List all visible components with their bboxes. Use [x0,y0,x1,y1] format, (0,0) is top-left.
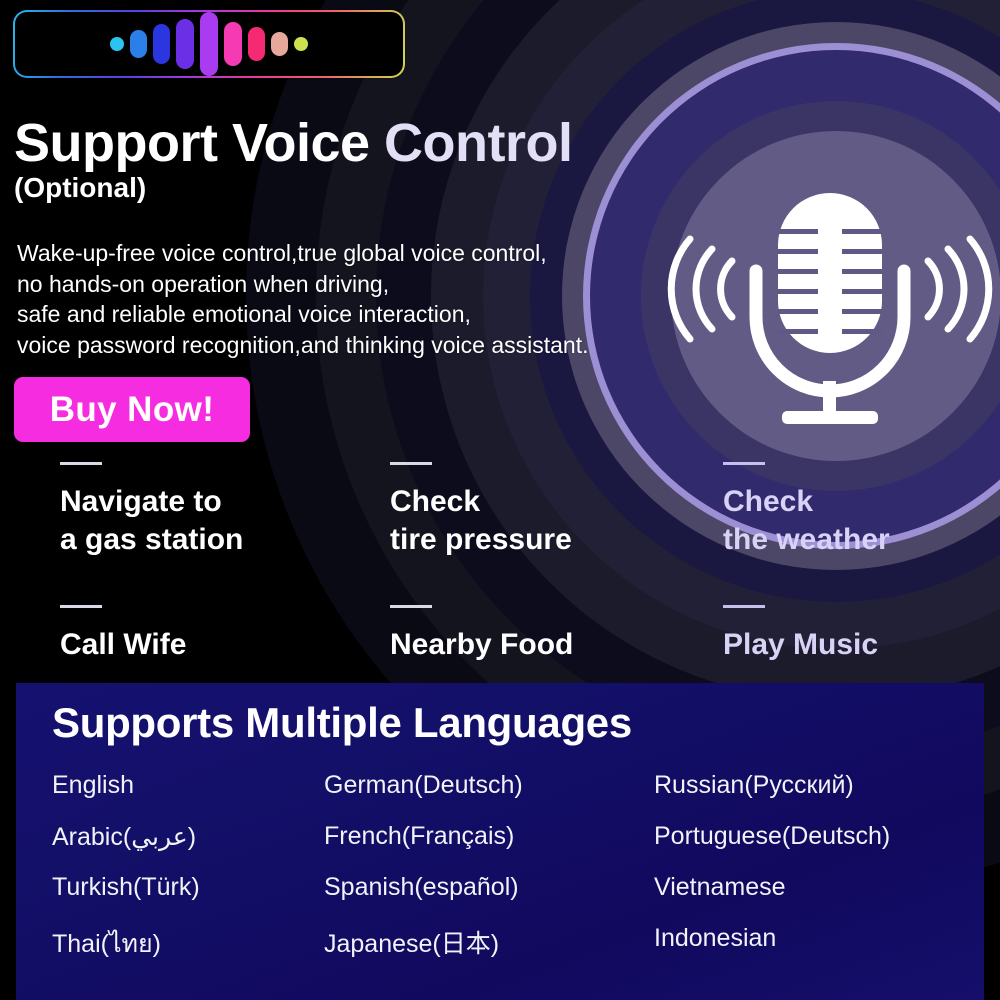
voice-waveform-logo [13,10,405,78]
page-subtitle: (Optional) [14,172,147,203]
dash-divider-icon [60,462,102,465]
sound-wave-right-icon [924,235,993,343]
language-item: Portuguese(Deutsch) [654,822,891,850]
microphone-icon [660,185,1000,435]
language-item: Thai(ไทย) [52,930,161,958]
voice-command-label: Call Wife [60,628,187,661]
language-item: Indonesian [654,924,777,952]
language-item: Japanese(日本) [324,930,500,958]
dash-divider-icon [390,462,432,465]
language-item: Vietnamese [654,873,786,901]
dash-divider-icon [723,605,765,608]
voice-command-item[interactable]: Check the weather [723,462,890,559]
languages-title: Supports Multiple Languages [52,699,632,746]
language-item: Arabic(عربي) [52,823,197,851]
page-title-strong: Support Voice [14,113,370,173]
waveform-bar-4 [200,12,218,76]
dash-divider-icon [723,462,765,465]
waveform-bar-8 [294,37,308,51]
dash-divider-icon [60,605,102,608]
language-item: Spanish(español) [324,873,519,901]
language-item: German(Deutsch) [324,771,523,799]
voice-command-label: Check the weather [723,485,890,556]
buy-now-button[interactable]: Buy Now! [14,377,250,442]
waveform-bar-3 [176,19,194,69]
waveform-bar-2 [153,24,170,64]
waveform-bar-7 [271,32,288,56]
language-item: Russian(Русский) [654,771,854,799]
voice-command-label: Play Music [723,628,879,661]
language-item: French(Français) [324,822,515,850]
dash-divider-icon [390,605,432,608]
sound-wave-left-icon [667,235,736,343]
voice-command-label: Navigate to a gas station [60,485,244,556]
waveform-bars [15,12,403,76]
page-title-dim: Control [369,113,573,173]
voice-command-item[interactable]: Play Music [723,605,878,664]
waveform-bar-5 [224,22,242,66]
page-title: Support Voice Control [14,112,573,174]
voice-command-item[interactable]: Call Wife [60,605,186,664]
promo-banner: Support Voice Control (Optional) Wake-up… [0,0,1000,1000]
feature-description: Wake-up-free voice control,true global v… [17,240,589,358]
voice-command-label: Check tire pressure [390,485,572,556]
voice-command-label: Nearby Food [390,628,574,661]
waveform-bar-1 [130,30,147,58]
voice-command-item[interactable]: Navigate to a gas station [60,462,243,559]
waveform-bar-0 [110,37,124,51]
waveform-bar-6 [248,27,265,61]
language-item: English [52,771,134,799]
voice-command-item[interactable]: Nearby Food [390,605,573,664]
voice-command-item[interactable]: Check tire pressure [390,462,572,559]
language-item: Turkish(Türk) [52,873,200,901]
supported-languages-panel: Supports Multiple Languages English Arabi… [16,683,984,1000]
